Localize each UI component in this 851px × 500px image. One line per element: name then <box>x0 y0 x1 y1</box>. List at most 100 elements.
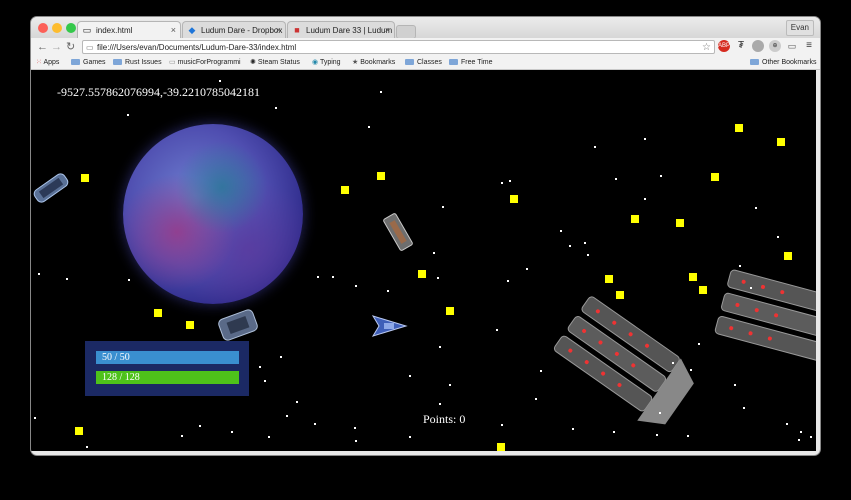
star <box>509 180 511 182</box>
star <box>181 435 183 437</box>
extension-icon[interactable]: ⊕ <box>769 40 781 52</box>
minimize-window-button[interactable] <box>52 23 62 33</box>
tab-label: Ludum Dare - Dropbox <box>201 26 283 35</box>
star <box>354 427 356 429</box>
page-icon: ▭ <box>169 59 176 66</box>
coin-pickup <box>341 186 349 194</box>
points-counter: Points: 0 <box>423 412 466 426</box>
cast-icon[interactable]: ▭ <box>786 40 798 52</box>
star <box>501 182 503 184</box>
new-tab-button[interactable] <box>396 25 416 39</box>
bookmarks-bar: ⁙ Apps Games Rust Issues ▭ musicForProgr… <box>31 56 820 70</box>
star <box>572 428 574 430</box>
star <box>540 370 542 372</box>
coin-pickup <box>735 124 743 132</box>
coin-pickup <box>711 173 719 181</box>
coin-pickup <box>616 291 624 299</box>
profile-button[interactable]: Evan <box>785 20 814 36</box>
star <box>314 423 316 425</box>
star <box>332 276 334 278</box>
star <box>409 375 411 377</box>
folder-icon <box>113 59 122 65</box>
star <box>286 415 288 417</box>
url-text: file:///Users/evan/Documents/Ludum-Dare-… <box>97 43 297 52</box>
address-bar[interactable]: ▭ file:///Users/evan/Documents/Ludum-Dar… <box>82 40 715 54</box>
apps-icon: ⁙ <box>36 59 42 66</box>
star <box>199 425 201 427</box>
star <box>280 356 282 358</box>
star <box>786 423 788 425</box>
star <box>317 276 319 278</box>
coin-pickup <box>605 275 613 283</box>
bookmark-games[interactable]: Games <box>71 56 106 69</box>
star <box>690 369 692 371</box>
page-icon: ▭ <box>86 43 94 52</box>
star <box>777 236 779 238</box>
bookmark-other-bookmarks[interactable]: Other Bookmarks <box>750 56 816 69</box>
star <box>34 417 36 419</box>
star <box>672 362 674 364</box>
bookmark-rust-issues[interactable]: Rust Issues <box>113 56 162 69</box>
bookmark-star-icon[interactable]: ☆ <box>702 41 711 55</box>
browser-window: ▭ index.html × ◆ Ludum Dare - Dropbox × … <box>31 17 820 455</box>
coin-pickup <box>81 174 89 182</box>
star <box>656 434 658 436</box>
maximize-window-button[interactable] <box>66 23 76 33</box>
star <box>560 230 562 232</box>
star <box>496 329 498 331</box>
close-tab-icon[interactable]: × <box>385 22 390 38</box>
forward-arrow-icon[interactable]: → <box>51 40 62 54</box>
star <box>526 268 528 270</box>
star <box>442 206 444 208</box>
bookmark-classes[interactable]: Classes <box>405 56 442 69</box>
back-arrow-icon[interactable]: ← <box>37 40 48 54</box>
position-readout: -9527.557862076994,-39.2210785042181 <box>57 85 260 99</box>
close-tab-icon[interactable]: × <box>171 22 176 38</box>
star <box>231 431 233 433</box>
adblock-icon[interactable]: ABP <box>718 40 730 52</box>
extension-icon[interactable] <box>752 40 764 52</box>
star <box>644 198 646 200</box>
star <box>449 384 451 386</box>
coin-pickup <box>777 138 785 146</box>
bookmark-typing[interactable]: ◉ Typing <box>312 56 341 69</box>
coin-pickup <box>699 286 707 294</box>
toolbar: ← → ↻ ▭ file:///Users/evan/Documents/Lud… <box>31 38 820 56</box>
star <box>219 80 221 82</box>
coin-pickup <box>446 307 454 315</box>
folder-icon <box>750 59 759 65</box>
extension-icon[interactable]: ₮ <box>735 40 747 52</box>
star <box>615 178 617 180</box>
tab-index[interactable]: ▭ index.html × <box>77 21 181 38</box>
star <box>584 242 586 244</box>
health-bar: 50 / 50 <box>96 351 239 364</box>
game-canvas[interactable]: -9527.557862076994,-39.2210785042181 50 … <box>31 70 816 451</box>
star <box>355 440 357 442</box>
star <box>86 446 88 448</box>
bookmark-steam-status[interactable]: ✺ Steam Status <box>250 56 300 69</box>
close-window-button[interactable] <box>38 23 48 33</box>
coin-pickup <box>154 309 162 317</box>
reload-icon[interactable]: ↻ <box>66 40 75 54</box>
star <box>38 273 40 275</box>
bookmark-apps[interactable]: ⁙ Apps <box>36 56 59 69</box>
bookmark-free-time[interactable]: Free Time <box>449 56 493 69</box>
coin-pickup <box>689 273 697 281</box>
coin-pickup <box>784 252 792 260</box>
enemy-cruiser <box>553 296 694 425</box>
energy-bar: 128 / 128 <box>96 371 239 384</box>
star <box>387 290 389 292</box>
folder-icon <box>449 59 458 65</box>
star <box>798 439 800 441</box>
dropbox-icon: ◆ <box>188 25 196 35</box>
tab-dropbox[interactable]: ◆ Ludum Dare - Dropbox × <box>182 21 286 38</box>
star <box>296 401 298 403</box>
bookmark-bookmarks[interactable]: ★ Bookmarks <box>352 56 395 69</box>
star <box>439 403 441 405</box>
star <box>659 412 661 414</box>
bookmark-music[interactable]: ▭ musicForProgrammi <box>169 56 241 69</box>
star <box>439 346 441 348</box>
menu-icon[interactable]: ≡ <box>803 40 815 52</box>
tab-ludum-dare[interactable]: ■ Ludum Dare 33 | Ludum D × <box>287 21 395 38</box>
close-tab-icon[interactable]: × <box>276 22 281 38</box>
